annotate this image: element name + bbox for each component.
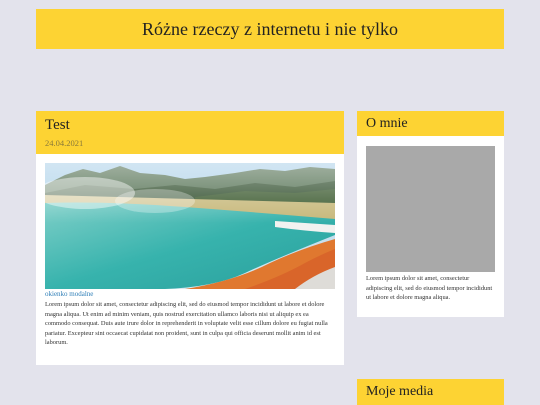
- landscape-photo: [45, 163, 335, 289]
- post-card: Test 24.04.2021 okienko modalne Lorem ip…: [36, 111, 344, 365]
- post-image[interactable]: [45, 163, 335, 289]
- page: Różne rzeczy z internetu i nie tylko Tes…: [0, 0, 540, 405]
- about-header: O mnie: [357, 111, 504, 136]
- site-title: Różne rzeczy z internetu i nie tylko: [142, 18, 398, 39]
- media-card: Moje media: [357, 379, 504, 405]
- media-title: Moje media: [366, 384, 434, 399]
- post-header: Test 24.04.2021: [36, 111, 344, 154]
- post-title[interactable]: Test: [45, 116, 335, 134]
- modal-link[interactable]: okienko modalne: [45, 290, 93, 298]
- about-text: Lorem ipsum dolor sit amet, consectetur …: [366, 275, 493, 302]
- about-photo-placeholder: [366, 146, 495, 272]
- about-card: O mnie Lorem ipsum dolor sit amet, conse…: [357, 111, 504, 317]
- site-header: Różne rzeczy z internetu i nie tylko: [36, 9, 504, 49]
- post-date: 24.04.2021: [45, 138, 84, 148]
- about-title: O mnie: [366, 115, 408, 131]
- post-body: Lorem ipsum dolor sit amet, consectetur …: [45, 301, 328, 347]
